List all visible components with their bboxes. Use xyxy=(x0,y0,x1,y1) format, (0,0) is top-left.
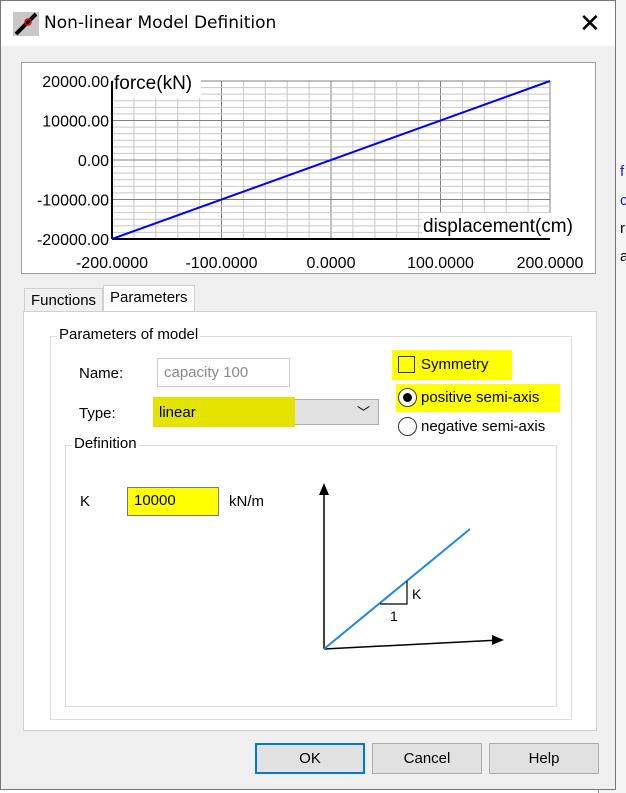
name-label: Name: xyxy=(79,365,124,382)
diagram-one-label: 1 xyxy=(390,608,398,624)
window-title: Non-linear Model Definition xyxy=(44,13,277,33)
title-bar: Non-linear Model Definition ✕ xyxy=(1,1,615,46)
background-text: f xyxy=(620,163,625,180)
parameters-panel: Parameters of model Name: capacity 100 T… xyxy=(23,311,597,731)
y-tick-label: -10000.00 xyxy=(37,193,109,210)
chevron-down-icon: ﹀ xyxy=(356,405,370,420)
positive-label: positive semi-axis xyxy=(421,389,540,406)
negative-semi-axis-radio[interactable]: negative semi-axis xyxy=(396,415,566,441)
x-axis-label: displacement(cm) xyxy=(423,216,573,237)
symmetry-label: Symmetry xyxy=(421,356,489,373)
type-value: linear xyxy=(159,404,196,421)
y-axis-label: force(kN) xyxy=(114,73,192,94)
app-icon xyxy=(13,12,39,36)
checkbox-box[interactable] xyxy=(398,356,415,373)
k-input[interactable]: 10000 xyxy=(127,487,219,516)
k-label: K xyxy=(80,493,91,510)
x-tick-label: -200.0000 xyxy=(76,255,148,272)
x-tick-label: 200.0000 xyxy=(517,255,584,272)
diagram-k-label: K xyxy=(412,586,422,602)
group-label: Definition xyxy=(72,435,139,452)
symmetry-checkbox[interactable]: Symmetry xyxy=(392,350,512,380)
help-button[interactable]: Help xyxy=(489,743,599,774)
background-text: c xyxy=(620,192,626,209)
tab-label: Functions xyxy=(31,292,97,309)
stiffness-diagram: K 1 xyxy=(319,483,504,650)
type-label: Type: xyxy=(79,405,116,422)
background-text: r xyxy=(620,220,625,237)
x-tick-label: 100.0000 xyxy=(407,255,474,272)
chart-panel: 20000.00 10000.00 0.00 -10000.00 -20000.00 -2… xyxy=(21,62,596,274)
type-select[interactable]: linear ﹀ xyxy=(153,397,379,427)
tab-label: Parameters xyxy=(110,289,188,306)
y-tick-label: 20000.00 xyxy=(42,74,109,91)
y-tick-label: 10000.00 xyxy=(42,114,109,131)
y-tick-label: -20000.00 xyxy=(37,232,109,249)
tab-functions[interactable]: Functions xyxy=(24,288,104,312)
group-label: Parameters of model xyxy=(57,326,201,343)
cancel-button[interactable]: Cancel xyxy=(372,743,482,774)
positive-semi-axis-radio[interactable]: positive semi-axis xyxy=(396,384,560,412)
name-input[interactable]: capacity 100 xyxy=(157,358,290,387)
background-text: a xyxy=(620,248,626,265)
x-tick-label: 0.0000 xyxy=(307,255,356,272)
close-icon[interactable]: ✕ xyxy=(579,9,601,39)
force-displacement-chart: 20000.00 10000.00 0.00 -10000.00 -20000.00 -2… xyxy=(37,73,594,272)
ok-button[interactable]: OK xyxy=(255,743,365,774)
tab-parameters[interactable]: Parameters xyxy=(103,285,195,313)
x-tick-label: -100.0000 xyxy=(185,255,257,272)
y-tick-label: 0.00 xyxy=(78,153,109,170)
k-unit: kN/m xyxy=(229,493,264,510)
dialog-window: Non-linear Model Definition ✕ 20000.00 10… xyxy=(0,0,616,790)
negative-label: negative semi-axis xyxy=(421,418,546,435)
